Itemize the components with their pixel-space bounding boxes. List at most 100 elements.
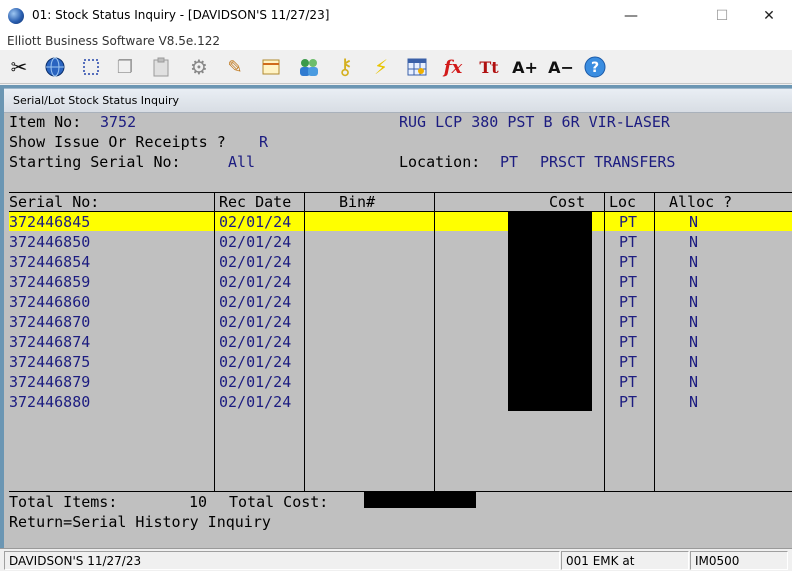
edit-glyph: ✎ [227, 56, 243, 78]
cell-rec-date: 02/01/24 [219, 313, 292, 331]
spreadsheet-icon[interactable] [402, 53, 432, 81]
app-version: Elliott Business Software V8.5e.122 [0, 32, 792, 50]
paste-icon[interactable] [146, 53, 176, 81]
location-code[interactable]: PT [500, 152, 518, 172]
redacted-cost-values [508, 212, 592, 411]
table-row[interactable] [9, 372, 792, 392]
cell-alloc: N [689, 273, 699, 291]
font-smaller-icon[interactable]: A− [546, 53, 576, 81]
cell-alloc: N [689, 293, 699, 311]
cell-rec-date: 02/01/24 [219, 333, 292, 351]
copy-icon[interactable]: ❐ [110, 53, 140, 81]
status-program: IM0500 [690, 551, 788, 570]
key-icon[interactable]: ⚷ [330, 53, 360, 81]
col-header-cost: Cost [549, 193, 586, 211]
cell-loc: PT [619, 373, 638, 391]
function-glyph: fx [443, 56, 463, 78]
col-header-alloc: Alloc ? [669, 193, 733, 211]
cell-alloc: N [689, 373, 699, 391]
cell-serial: 372446880 [9, 393, 91, 411]
cell-rec-date: 02/01/24 [219, 293, 292, 311]
font-smaller-glyph: A− [548, 57, 574, 77]
total-cost-label: Total Cost: [229, 493, 329, 511]
item-description: RUG LCP 380 PST B 6R VIR-LASER [399, 113, 670, 131]
cell-serial: 372446875 [9, 353, 91, 371]
status-user: 001 EMK at DEV1CLS [561, 551, 689, 570]
help-svg: ? [584, 56, 606, 78]
table-row[interactable] [9, 332, 792, 352]
cell-rec-date: 02/01/24 [219, 253, 292, 271]
minimize-button[interactable]: — [608, 0, 654, 31]
total-items-label: Total Items: [9, 493, 118, 511]
notepad-svg [262, 59, 280, 75]
scissors-glyph: ✂ [10, 55, 28, 79]
window-title: 01: Stock Status Inquiry - [DAVIDSON'S 1… [32, 8, 330, 22]
help-glyph: ? [591, 60, 599, 76]
cell-loc: PT [619, 313, 638, 331]
title-bar: 01: Stock Status Inquiry - [DAVIDSON'S 1… [0, 0, 792, 32]
select-box-icon[interactable] [76, 53, 106, 81]
cell-loc: PT [619, 253, 638, 271]
table-row[interactable] [9, 272, 792, 292]
table-row[interactable] [9, 212, 792, 232]
cell-rec-date: 02/01/24 [219, 273, 292, 291]
table-row[interactable] [9, 312, 792, 332]
table-row[interactable] [9, 392, 792, 412]
cell-serial: 372446860 [9, 293, 91, 311]
panel-title: Serial/Lot Stock Status Inquiry [4, 89, 792, 113]
cell-loc: PT [619, 293, 638, 311]
table-row[interactable] [9, 352, 792, 372]
col-header-rec-date: Rec Date [219, 193, 292, 211]
font-larger-glyph: A+ [512, 57, 538, 77]
item-no-label: Item No: [9, 113, 82, 131]
spreadsheet-svg [407, 58, 427, 76]
cell-loc: PT [619, 233, 638, 251]
cell-alloc: N [689, 313, 699, 331]
globe-icon[interactable] [40, 53, 70, 81]
return-hint: Return=Serial History Inquiry [9, 513, 271, 531]
settings-icon[interactable]: ⚙ [184, 53, 214, 81]
maximize-button[interactable]: ☐ [699, 0, 745, 31]
select-box-svg [83, 59, 99, 75]
location-label: Location: [399, 153, 481, 171]
cell-rec-date: 02/01/24 [219, 213, 292, 231]
edit-icon[interactable]: ✎ [220, 53, 250, 81]
cell-serial: 372446845 [9, 213, 91, 231]
show-issue-receipts-value[interactable]: R [259, 132, 268, 152]
font-larger-icon[interactable]: A+ [510, 53, 540, 81]
table-row[interactable] [9, 232, 792, 252]
starting-serial-value[interactable]: All [228, 152, 255, 172]
cell-loc: PT [619, 213, 638, 231]
scissors-icon[interactable]: ✂ [4, 53, 34, 81]
close-button[interactable]: ✕ [746, 0, 792, 31]
cell-serial: 372446879 [9, 373, 91, 391]
cell-alloc: N [689, 253, 699, 271]
cell-alloc: N [689, 393, 699, 411]
cell-alloc: N [689, 333, 699, 351]
table-row[interactable] [9, 292, 792, 312]
users-svg [300, 59, 318, 76]
users-icon[interactable] [294, 53, 324, 81]
toolbar: ✂ ❐ ⚙ ✎ ⚷ ⚡ fx Tt A+ A− ? [0, 50, 792, 84]
lightning-icon[interactable]: ⚡ [366, 53, 396, 81]
cell-serial: 372446870 [9, 313, 91, 331]
cell-rec-date: 02/01/24 [219, 393, 292, 411]
cell-serial: 372446850 [9, 233, 91, 251]
col-header-serial: Serial No: [9, 193, 100, 211]
cell-loc: PT [619, 393, 638, 411]
notepad-icon[interactable] [256, 53, 286, 81]
item-no-value[interactable]: 3752 [100, 112, 136, 132]
col-header-loc: Loc [609, 193, 637, 211]
cell-serial: 372446874 [9, 333, 91, 351]
function-icon[interactable]: fx [438, 53, 468, 81]
cell-rec-date: 02/01/24 [219, 353, 292, 371]
font-icon[interactable]: Tt [474, 53, 504, 81]
cell-serial: 372446859 [9, 273, 91, 291]
globe-svg [45, 57, 65, 77]
help-icon[interactable]: ? [580, 53, 610, 81]
redacted-total-cost [364, 492, 476, 508]
font-glyph: Tt [479, 57, 499, 77]
paste-svg [153, 57, 169, 77]
table-row[interactable] [9, 252, 792, 272]
total-items-value: 10 [189, 493, 208, 511]
